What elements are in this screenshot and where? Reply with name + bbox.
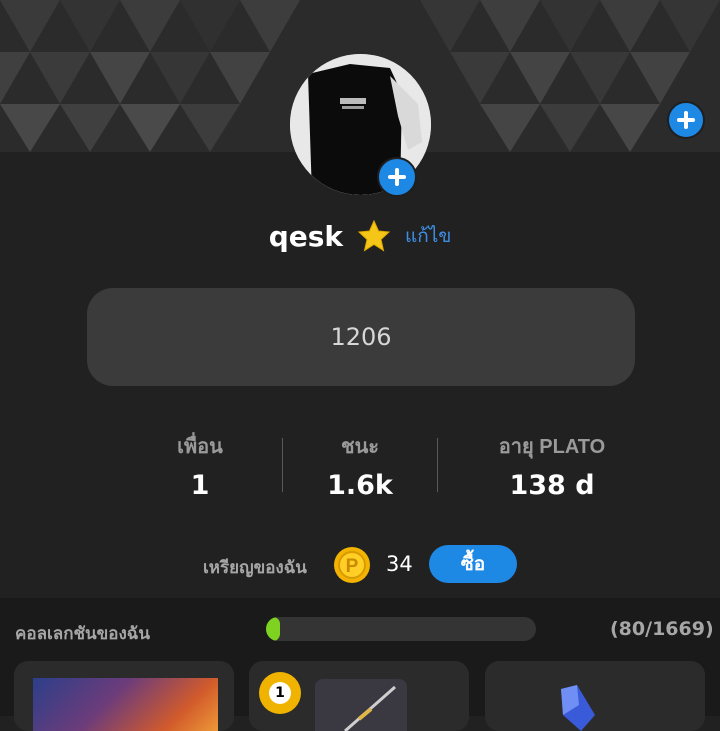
collection-progress-fill xyxy=(266,617,280,641)
status-text: 1206 xyxy=(330,323,392,351)
stat-friends[interactable]: เพื่อน 1 xyxy=(140,430,260,501)
stat-wins[interactable]: ชนะ 1.6k xyxy=(300,430,420,501)
coin-count: 34 xyxy=(386,552,413,576)
ball-number: 1 xyxy=(269,682,291,704)
stat-label: เพื่อน xyxy=(177,436,223,458)
coins-row: เหรียญของฉัน P 34 ซื้อ xyxy=(0,544,720,584)
stat-plato-age[interactable]: อายุ PLATO 138 d xyxy=(472,430,632,501)
plus-icon xyxy=(388,168,406,186)
collection-progress-bar xyxy=(266,617,536,641)
name-row: qesk แก้ไข xyxy=(0,216,720,256)
gem-icon xyxy=(561,685,595,731)
collection-card[interactable] xyxy=(485,661,705,731)
collection-progress-text: (80/1669) xyxy=(610,618,714,640)
status-box[interactable]: 1206 xyxy=(87,288,635,386)
plus-icon xyxy=(677,111,695,129)
stat-label: อายุ PLATO xyxy=(498,436,606,458)
card-artwork xyxy=(33,678,218,731)
coin-icon: P xyxy=(334,547,370,583)
divider xyxy=(282,438,283,492)
username: qesk xyxy=(268,219,344,253)
divider xyxy=(437,438,438,492)
cue-artwork xyxy=(315,679,407,731)
stat-value: 1.6k xyxy=(327,470,393,501)
cue-icon xyxy=(344,685,396,731)
buy-coins-button[interactable]: ซื้อ xyxy=(429,545,517,583)
collection-label: คอลเลกชันของฉัน xyxy=(15,624,151,643)
stat-value: 1 xyxy=(190,470,210,501)
stat-value: 138 d xyxy=(509,470,595,501)
add-cover-button[interactable] xyxy=(667,101,705,139)
coins-label: เหรียญของฉัน xyxy=(203,558,307,577)
stats-row: เพื่อน 1 ชนะ 1.6k อายุ PLATO 138 d xyxy=(0,430,720,501)
collection-card[interactable] xyxy=(14,661,234,731)
stat-label: ชนะ xyxy=(341,436,379,458)
change-avatar-button[interactable] xyxy=(377,157,417,197)
edit-profile-link[interactable]: แก้ไข xyxy=(405,221,451,251)
collection-section: คอลเลกชันของฉัน (80/1669) 1 xyxy=(0,598,720,731)
star-icon xyxy=(357,219,391,252)
pool-ball-icon: 1 xyxy=(259,672,301,714)
coin-symbol: P xyxy=(346,556,359,577)
collection-card[interactable]: 1 xyxy=(249,661,469,731)
